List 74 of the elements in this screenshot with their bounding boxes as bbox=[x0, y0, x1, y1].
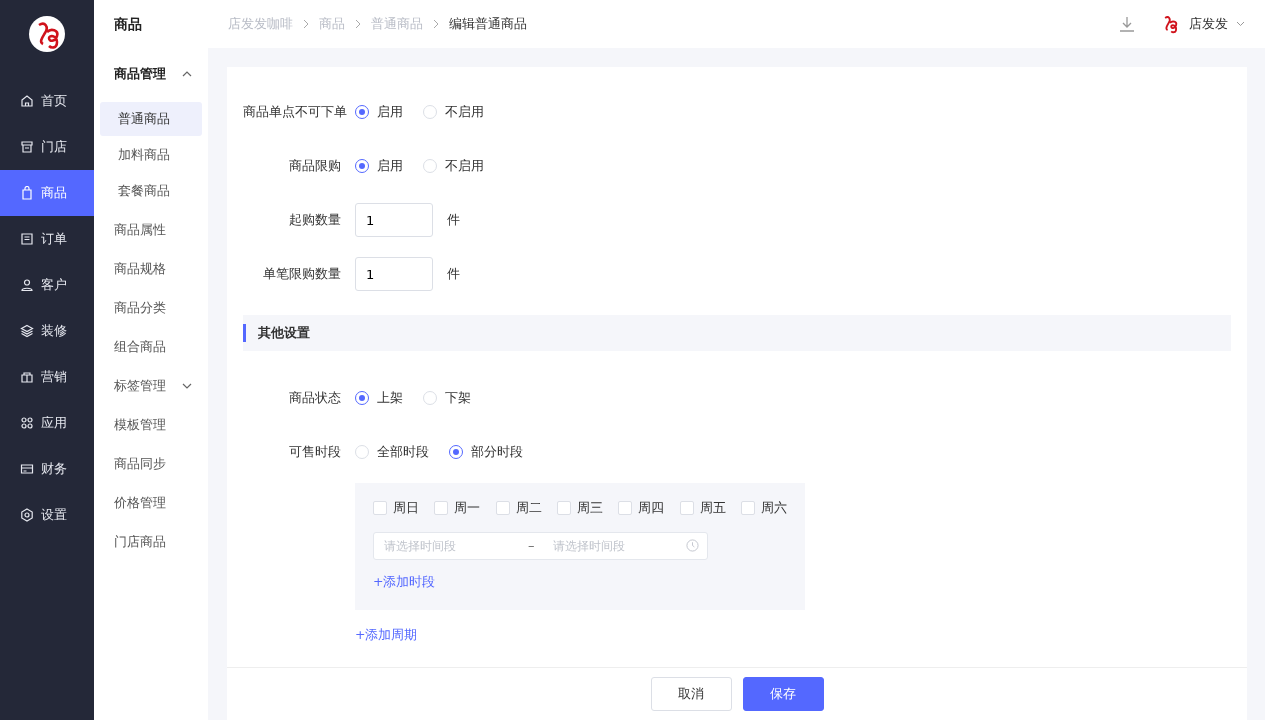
sidebar-item[interactable]: 商品规格 bbox=[100, 249, 202, 288]
unit-label: 件 bbox=[447, 211, 460, 230]
radio-option[interactable]: 启用 bbox=[355, 102, 403, 122]
nav-item[interactable]: 商品 bbox=[0, 170, 94, 216]
sidebar-item[interactable]: 模板管理 bbox=[100, 405, 202, 444]
grid-icon bbox=[20, 416, 34, 430]
field-label: 起购数量 bbox=[288, 210, 342, 229]
number-input[interactable]: 1 bbox=[355, 257, 433, 291]
store-icon bbox=[20, 140, 34, 154]
sidebar-subitem[interactable]: 加料商品 bbox=[100, 138, 202, 172]
home-icon bbox=[20, 94, 34, 108]
field-label: 单笔限购数量 bbox=[262, 264, 342, 283]
user-icon bbox=[20, 278, 34, 292]
chevron-down-icon[interactable] bbox=[1236, 21, 1245, 27]
nav-item[interactable]: 装修 bbox=[0, 308, 94, 354]
sidebar-item[interactable]: 商品同步 bbox=[100, 444, 202, 483]
day-checkbox[interactable]: 周六 bbox=[740, 499, 787, 518]
sidebar-item[interactable]: 标签管理 bbox=[100, 366, 202, 405]
radio-option[interactable]: 启用 bbox=[355, 156, 403, 176]
day-checkbox[interactable]: 周四 bbox=[618, 499, 665, 518]
chevron-right-icon bbox=[301, 19, 311, 29]
day-checkbox[interactable]: 周三 bbox=[557, 499, 603, 518]
field-label: 商品限购 bbox=[288, 156, 342, 175]
day-checkbox[interactable]: 周二 bbox=[495, 499, 542, 518]
nav-item[interactable]: 首页 bbox=[0, 78, 94, 124]
sidebar-item[interactable]: 门店商品 bbox=[100, 522, 202, 561]
radio-option[interactable]: 下架 bbox=[423, 388, 471, 408]
radio-option[interactable]: 全部时段 bbox=[355, 442, 429, 462]
radio-option[interactable]: 上架 bbox=[355, 388, 403, 408]
unit-label: 件 bbox=[447, 265, 460, 284]
chevron-right-icon bbox=[431, 19, 441, 29]
clock-icon bbox=[686, 539, 699, 553]
sidebar-item[interactable]: 组合商品 bbox=[100, 327, 202, 366]
nav-item[interactable]: 设置 bbox=[0, 492, 94, 538]
chevron-right-icon bbox=[353, 19, 363, 29]
add-slot-link[interactable]: +添加时段 bbox=[373, 572, 436, 592]
nav-item[interactable]: 财务 bbox=[0, 446, 94, 492]
cancel-button[interactable]: 取消 bbox=[650, 677, 732, 711]
section-title: 其他设置 bbox=[258, 324, 310, 343]
document-icon bbox=[20, 232, 34, 246]
field-label: 商品状态 bbox=[288, 388, 342, 407]
number-input[interactable]: 1 bbox=[355, 203, 433, 237]
nav-item[interactable]: 营销 bbox=[0, 354, 94, 400]
nav-item[interactable]: 应用 bbox=[0, 400, 94, 446]
sidebar-item[interactable]: 商品属性 bbox=[100, 210, 202, 249]
field-label: 可售时段 bbox=[288, 442, 342, 461]
nav-item[interactable]: 客户 bbox=[0, 262, 94, 308]
layers-icon bbox=[20, 324, 34, 338]
time-range-field[interactable]: 请选择时间段 – 请选择时间段 bbox=[373, 531, 708, 560]
sidebar-item[interactable]: 商品分类 bbox=[100, 288, 202, 327]
add-period-link[interactable]: +添加周期 bbox=[355, 625, 418, 645]
save-button[interactable]: 保存 bbox=[742, 677, 824, 711]
logo-icon bbox=[29, 16, 65, 52]
day-checkbox[interactable]: 周日 bbox=[373, 499, 419, 518]
day-checkbox[interactable]: 周一 bbox=[434, 499, 481, 518]
settings-icon bbox=[20, 508, 34, 522]
nav-item[interactable]: 门店 bbox=[0, 124, 94, 170]
card-icon bbox=[20, 462, 34, 476]
day-checkbox[interactable]: 周五 bbox=[679, 499, 726, 518]
radio-option[interactable]: 不启用 bbox=[423, 156, 484, 176]
nav-item[interactable]: 订单 bbox=[0, 216, 94, 262]
download-icon[interactable] bbox=[1119, 16, 1135, 32]
bag-icon bbox=[20, 186, 34, 200]
sidebar-subitem[interactable]: 套餐商品 bbox=[100, 174, 202, 208]
radio-option[interactable]: 不启用 bbox=[423, 102, 484, 122]
radio-option[interactable]: 部分时段 bbox=[449, 442, 523, 462]
sidebar-subitem[interactable]: 普通商品 bbox=[100, 102, 202, 136]
gift-icon bbox=[20, 370, 34, 384]
field-label: 商品单点不可下单 bbox=[243, 102, 348, 121]
breadcrumb-current: 编辑普通商品 bbox=[449, 14, 527, 33]
sidebar-item[interactable]: 商品管理 bbox=[100, 48, 202, 100]
sidebar-item[interactable]: 价格管理 bbox=[100, 483, 202, 522]
user-name[interactable]: 店发发 bbox=[1189, 14, 1228, 34]
sidebar-title: 商品 bbox=[113, 14, 143, 34]
